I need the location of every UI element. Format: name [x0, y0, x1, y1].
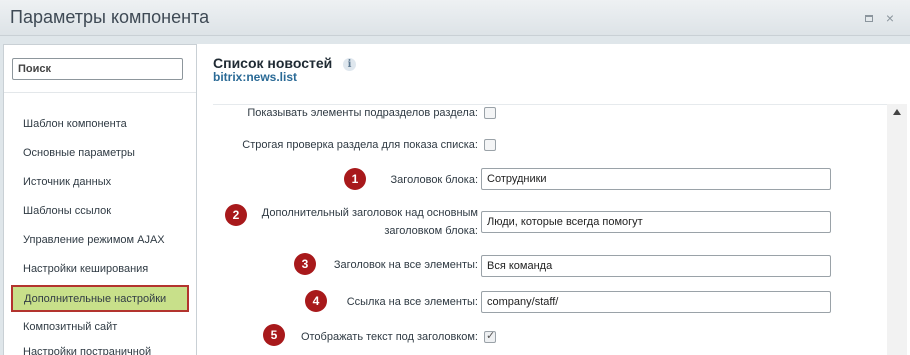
- field-label: Отображать текст под заголовком:: [300, 331, 478, 343]
- sidebar-item-composite-site[interactable]: Композитный сайт: [23, 321, 117, 333]
- step-badge: 1: [344, 168, 366, 190]
- sidebar-item-additional-settings[interactable]: Дополнительные настройки: [11, 285, 189, 312]
- step-badge: 3: [294, 253, 316, 275]
- strict-section-check-checkbox[interactable]: [484, 139, 496, 151]
- field-label: Ссылка на все элементы:: [346, 296, 478, 308]
- search-input[interactable]: [12, 58, 183, 80]
- step-badge: 2: [225, 204, 247, 226]
- step-badge: 5: [263, 324, 285, 346]
- sidebar-item-component-template[interactable]: Шаблон компонента: [23, 118, 127, 130]
- sidebar-item-link-templates[interactable]: Шаблоны ссылок: [23, 205, 111, 217]
- field-label: Заголовок на все элементы:: [333, 259, 478, 271]
- all-elements-title-input[interactable]: [481, 255, 831, 277]
- scrollbar[interactable]: [887, 104, 907, 355]
- scroll-up-icon[interactable]: [893, 109, 901, 115]
- window-titlebar: Параметры компонента ×: [0, 0, 910, 36]
- block-title-input[interactable]: [481, 168, 831, 190]
- info-icon[interactable]: i: [343, 58, 356, 71]
- component-title: Список новостей: [213, 55, 333, 71]
- additional-title-input[interactable]: [481, 211, 831, 233]
- show-text-under-title-checkbox[interactable]: [484, 329, 496, 343]
- close-icon[interactable]: ×: [882, 10, 898, 26]
- field-label: Показывать элементы подразделов раздела:: [247, 107, 478, 119]
- sidebar-item-pagination[interactable]: Настройки постраничной: [23, 346, 151, 355]
- sidebar-divider: [4, 92, 196, 93]
- window-title: Параметры компонента: [10, 7, 210, 27]
- maximize-icon[interactable]: [861, 10, 877, 26]
- field-label: Заголовок блока:: [390, 174, 478, 186]
- sidebar-item-basic-params[interactable]: Основные параметры: [23, 147, 135, 159]
- sidebar: Шаблон компонента Основные параметры Ист…: [3, 44, 197, 355]
- all-elements-link-input[interactable]: [481, 291, 831, 313]
- sidebar-item-ajax[interactable]: Управление режимом AJAX: [23, 234, 165, 246]
- step-badge: 4: [305, 290, 327, 312]
- sidebar-item-data-source[interactable]: Источник данных: [23, 176, 111, 188]
- sidebar-item-cache[interactable]: Настройки кеширования: [23, 263, 148, 275]
- field-label: Дополнительный заголовок над основным за…: [261, 207, 478, 237]
- show-subsection-elements-checkbox[interactable]: [484, 107, 496, 119]
- component-code: bitrix:news.list: [213, 70, 298, 84]
- field-label: Строгая проверка раздела для показа спис…: [242, 139, 478, 151]
